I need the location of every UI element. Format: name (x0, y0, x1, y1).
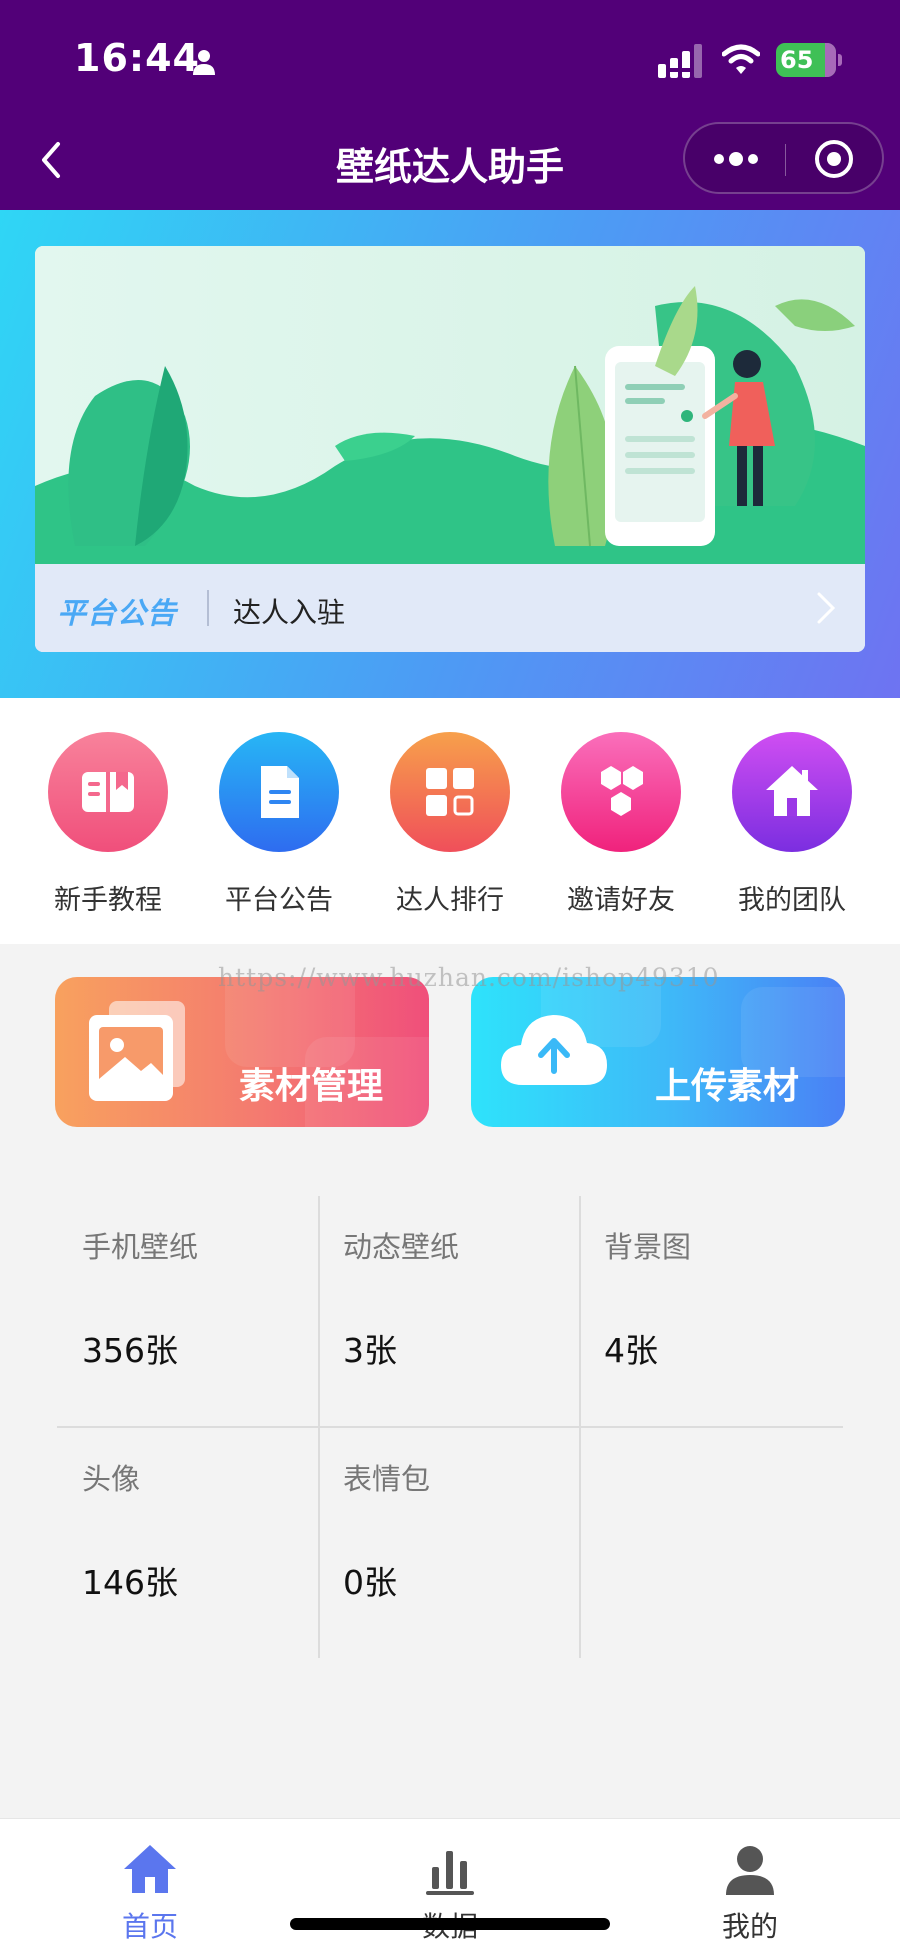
material-manage-button[interactable]: 素材管理 (55, 977, 429, 1127)
notice-bar[interactable]: 平台公告 达人入驻 (35, 564, 865, 652)
home-icon (124, 1845, 176, 1893)
stat-live-wallpaper[interactable]: 动态壁纸 3张 (318, 1196, 580, 1426)
watermark: https://www.huzhan.com/ishop49310 (218, 963, 720, 992)
menu-item-tutorial[interactable]: 新手教程 (22, 732, 192, 922)
cloud-upload-icon (501, 1015, 607, 1085)
banner[interactable]: 平台公告 达人入驻 (35, 246, 865, 652)
mini-program-capsule (683, 122, 884, 194)
tab-home[interactable]: 首页 (50, 1829, 250, 1947)
stat-label: 背景图 (604, 1230, 692, 1264)
menu-label: 新手教程 (54, 885, 162, 916)
stat-value: 146张 (82, 1563, 178, 1602)
menu-item-announcement[interactable]: 平台公告 (193, 732, 363, 922)
battery-charging-icon: 65 (776, 43, 836, 77)
house-icon (732, 732, 852, 852)
bar-chart-icon (426, 1851, 474, 1895)
stat-value: 0张 (343, 1563, 397, 1602)
tab-label: 首页 (121, 1910, 178, 1943)
tab-mine[interactable]: 我的 (650, 1829, 850, 1947)
quick-menu: 新手教程 平台公告 达人排行 邀请好友 我的团队 (0, 698, 900, 944)
top-bar: 16:44 65 壁纸达人助手 (0, 0, 900, 210)
menu-item-ranking[interactable]: 达人排行 (364, 732, 534, 922)
menu-label: 邀请好友 (567, 885, 675, 916)
tab-label: 我的 (721, 1910, 778, 1943)
stat-value: 3张 (343, 1331, 397, 1370)
stat-label: 动态壁纸 (343, 1230, 460, 1264)
stat-label: 手机壁纸 (82, 1230, 199, 1264)
banner-illustration (35, 246, 865, 564)
menu-item-team[interactable]: 我的团队 (706, 732, 876, 922)
stat-label: 头像 (82, 1462, 141, 1496)
notice-divider (207, 590, 209, 626)
stats-grid: 手机壁纸 356张 动态壁纸 3张 背景图 4张 头像 146张 表情包 0张 (57, 1196, 843, 1658)
more-icon[interactable] (713, 148, 759, 170)
stat-sticker[interactable]: 表情包 0张 (318, 1428, 580, 1658)
target-icon[interactable] (813, 138, 855, 180)
battery-cap (838, 54, 842, 66)
hexagon-icon (561, 732, 681, 852)
stat-label: 表情包 (343, 1462, 431, 1496)
document-icon (219, 732, 339, 852)
stat-background[interactable]: 背景图 4张 (579, 1196, 841, 1426)
stat-avatar[interactable]: 头像 146张 (57, 1428, 319, 1658)
menu-item-invite[interactable]: 邀请好友 (535, 732, 705, 922)
gallery-icon (89, 1001, 185, 1101)
menu-label: 平台公告 (225, 885, 333, 916)
stat-phone-wallpaper[interactable]: 手机壁纸 356张 (57, 1196, 319, 1426)
grid-icon (390, 732, 510, 852)
notice-tag: 平台公告 (57, 596, 178, 630)
wifi-icon (722, 44, 760, 74)
user-icon (726, 1846, 774, 1895)
signal-icon (658, 44, 702, 78)
stat-value: 356张 (82, 1331, 178, 1370)
upload-material-label: 上传素材 (654, 1066, 799, 1107)
battery-level: 65 (780, 46, 814, 74)
menu-label: 我的团队 (738, 885, 846, 916)
material-manage-label: 素材管理 (238, 1066, 383, 1107)
book-icon (48, 732, 168, 852)
upload-material-button[interactable]: 上传素材 (471, 977, 845, 1127)
person-icon (193, 50, 215, 75)
stat-value: 4张 (604, 1331, 658, 1370)
chevron-right-icon[interactable] (813, 588, 839, 628)
status-time: 16:44 (74, 36, 200, 80)
menu-label: 达人排行 (396, 885, 504, 916)
notice-text[interactable]: 达人入驻 (233, 591, 345, 631)
home-indicator (290, 1918, 610, 1930)
